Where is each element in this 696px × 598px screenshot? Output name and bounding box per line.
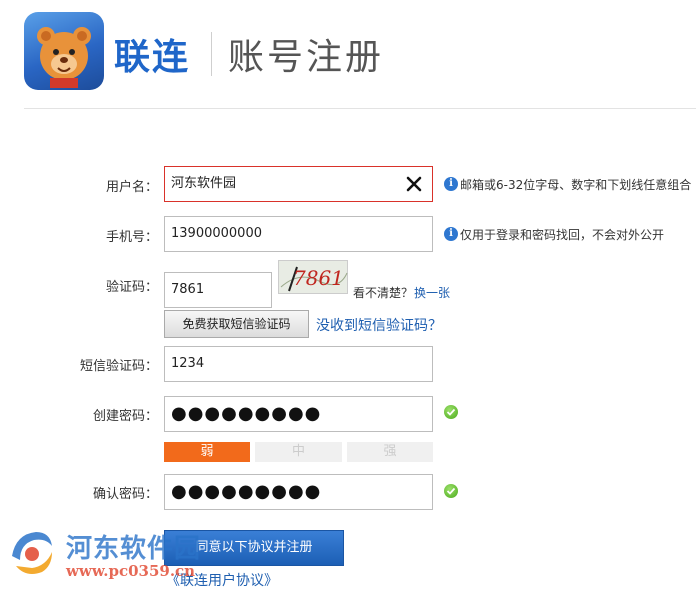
- phone-value: 13900000000: [171, 226, 262, 241]
- watermark-url: www.pc0359.cn: [66, 562, 196, 580]
- sms-code-field[interactable]: 1234: [164, 346, 433, 382]
- password-label: 创建密码：: [92, 409, 158, 424]
- captcha-value: 7861: [171, 282, 205, 297]
- check-icon: [444, 484, 458, 498]
- clear-icon[interactable]: [404, 174, 424, 194]
- phone-field[interactable]: 13900000000: [164, 216, 433, 252]
- username-hint: 邮箱或6-32位字母、数字和下划线任意组合: [460, 178, 692, 192]
- sms-code-label: 短信验证码：: [79, 359, 158, 374]
- header-divider: [211, 32, 212, 76]
- captcha-image[interactable]: 7861: [278, 260, 348, 294]
- phone-hint: 仅用于登录和密码找回，不会对外公开: [460, 228, 665, 242]
- strength-weak: 弱: [164, 442, 250, 462]
- captcha-text: 7861: [293, 266, 344, 290]
- strength-medium: 中: [255, 442, 342, 462]
- captcha-field[interactable]: 7861: [164, 272, 272, 308]
- username-input[interactable]: [171, 174, 391, 189]
- watermark: 河东软件园 www.pc0359.cn: [2, 520, 202, 590]
- check-icon: [444, 405, 458, 419]
- header-rule: [24, 108, 696, 109]
- watermark-logo: [12, 532, 52, 574]
- unclear-text: 看不清楚？: [353, 286, 414, 300]
- confirm-password-field[interactable]: ●●●●●●●●●: [164, 474, 433, 510]
- password-field[interactable]: ●●●●●●●●●: [164, 396, 433, 432]
- confirm-password-value: ●●●●●●●●●: [171, 481, 322, 502]
- username-field[interactable]: [164, 166, 433, 202]
- strength-strong: 强: [347, 442, 433, 462]
- page-title: 账号注册: [228, 37, 385, 78]
- app-logo: [24, 12, 104, 90]
- phone-label: 手机号：: [105, 230, 158, 245]
- brand-name: 联连: [114, 37, 191, 78]
- get-sms-code-button[interactable]: 免费获取短信验证码: [164, 310, 309, 338]
- no-sms-link[interactable]: 没收到短信验证码？: [316, 315, 442, 335]
- refresh-captcha-link[interactable]: 换一张: [414, 284, 450, 301]
- confirm-password-label: 确认密码：: [92, 487, 158, 502]
- captcha-label: 验证码：: [105, 280, 158, 295]
- header: 联连 账号注册: [0, 0, 696, 110]
- info-icon: i: [444, 177, 458, 191]
- watermark-name: 河东软件园: [66, 534, 202, 564]
- info-icon: i: [444, 227, 458, 241]
- username-label: 用户名：: [105, 180, 158, 195]
- password-value: ●●●●●●●●●: [171, 403, 322, 424]
- sms-code-value: 1234: [171, 356, 205, 371]
